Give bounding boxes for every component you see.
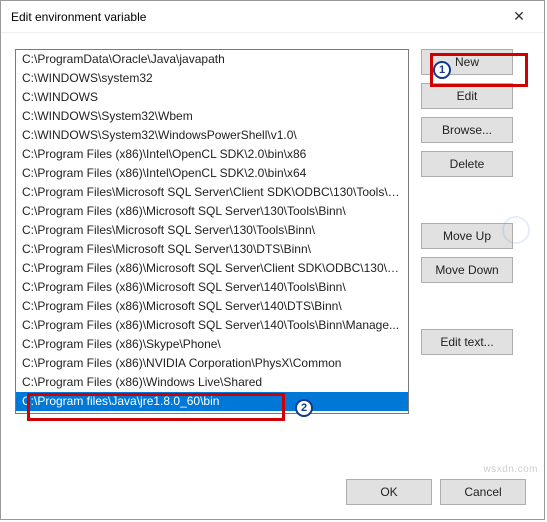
path-item[interactable]: C:\Program Files (x86)\Microsoft SQL Ser… [16, 202, 408, 221]
path-item[interactable]: C:\Program Files (x86)\Skype\Phone\ [16, 335, 408, 354]
path-item[interactable]: C:\Program Files\Microsoft SQL Server\13… [16, 221, 408, 240]
dialog-footer: OK Cancel [1, 469, 544, 519]
path-item[interactable]: C:\Program Files (x86)\Microsoft SQL Ser… [16, 297, 408, 316]
path-item[interactable]: C:\WINDOWS\System32\WindowsPowerShell\v1… [16, 126, 408, 145]
path-item[interactable]: C:\ProgramData\Oracle\Java\javapath [16, 50, 408, 69]
browse-button[interactable]: Browse... [421, 117, 513, 143]
cancel-button[interactable]: Cancel [440, 479, 526, 505]
edit-env-dialog: Edit environment variable ✕ C:\ProgramDa… [0, 0, 545, 520]
spacer [421, 185, 513, 215]
ok-button[interactable]: OK [346, 479, 432, 505]
path-item[interactable]: C:\Program Files (x86)\NVIDIA Corporatio… [16, 354, 408, 373]
dialog-title: Edit environment variable [11, 10, 146, 24]
edit-button[interactable]: Edit [421, 83, 513, 109]
edit-text-button[interactable]: Edit text... [421, 329, 513, 355]
close-icon[interactable]: ✕ [504, 8, 534, 25]
path-item[interactable]: C:\WINDOWS\System32\Wbem [16, 107, 408, 126]
new-button[interactable]: New [421, 49, 513, 75]
path-item[interactable]: C:\Program Files\Microsoft SQL Server\13… [16, 240, 408, 259]
path-item[interactable]: C:\WINDOWS\system32 [16, 69, 408, 88]
move-down-button[interactable]: Move Down [421, 257, 513, 283]
titlebar: Edit environment variable ✕ [1, 1, 544, 33]
path-item[interactable]: C:\Program Files (x86)\Microsoft SQL Ser… [16, 278, 408, 297]
path-item[interactable]: C:\Program Files (x86)\Microsoft SQL Ser… [16, 316, 408, 335]
path-item[interactable]: C:\Program Files (x86)\Microsoft SQL Ser… [16, 259, 408, 278]
path-list[interactable]: C:\ProgramData\Oracle\Java\javapathC:\WI… [15, 49, 409, 414]
path-item[interactable]: C:\Program Files (x86)\Windows Live\Shar… [16, 373, 408, 392]
path-item[interactable]: C:\Program Files\Microsoft SQL Server\Cl… [16, 183, 408, 202]
dialog-content: C:\ProgramData\Oracle\Java\javapathC:\WI… [1, 33, 544, 469]
path-item[interactable]: C:\Program files\Java\jre1.8.0_60\bin [16, 392, 408, 411]
spacer [421, 291, 513, 321]
move-up-button[interactable]: Move Up [421, 223, 513, 249]
path-item[interactable]: C:\Program Files (x86)\Intel\OpenCL SDK\… [16, 164, 408, 183]
delete-button[interactable]: Delete [421, 151, 513, 177]
path-item[interactable]: C:\WINDOWS [16, 88, 408, 107]
button-column: New Edit Browse... Delete Move Up Move D… [421, 49, 513, 461]
path-item[interactable]: C:\Program Files (x86)\Intel\OpenCL SDK\… [16, 145, 408, 164]
